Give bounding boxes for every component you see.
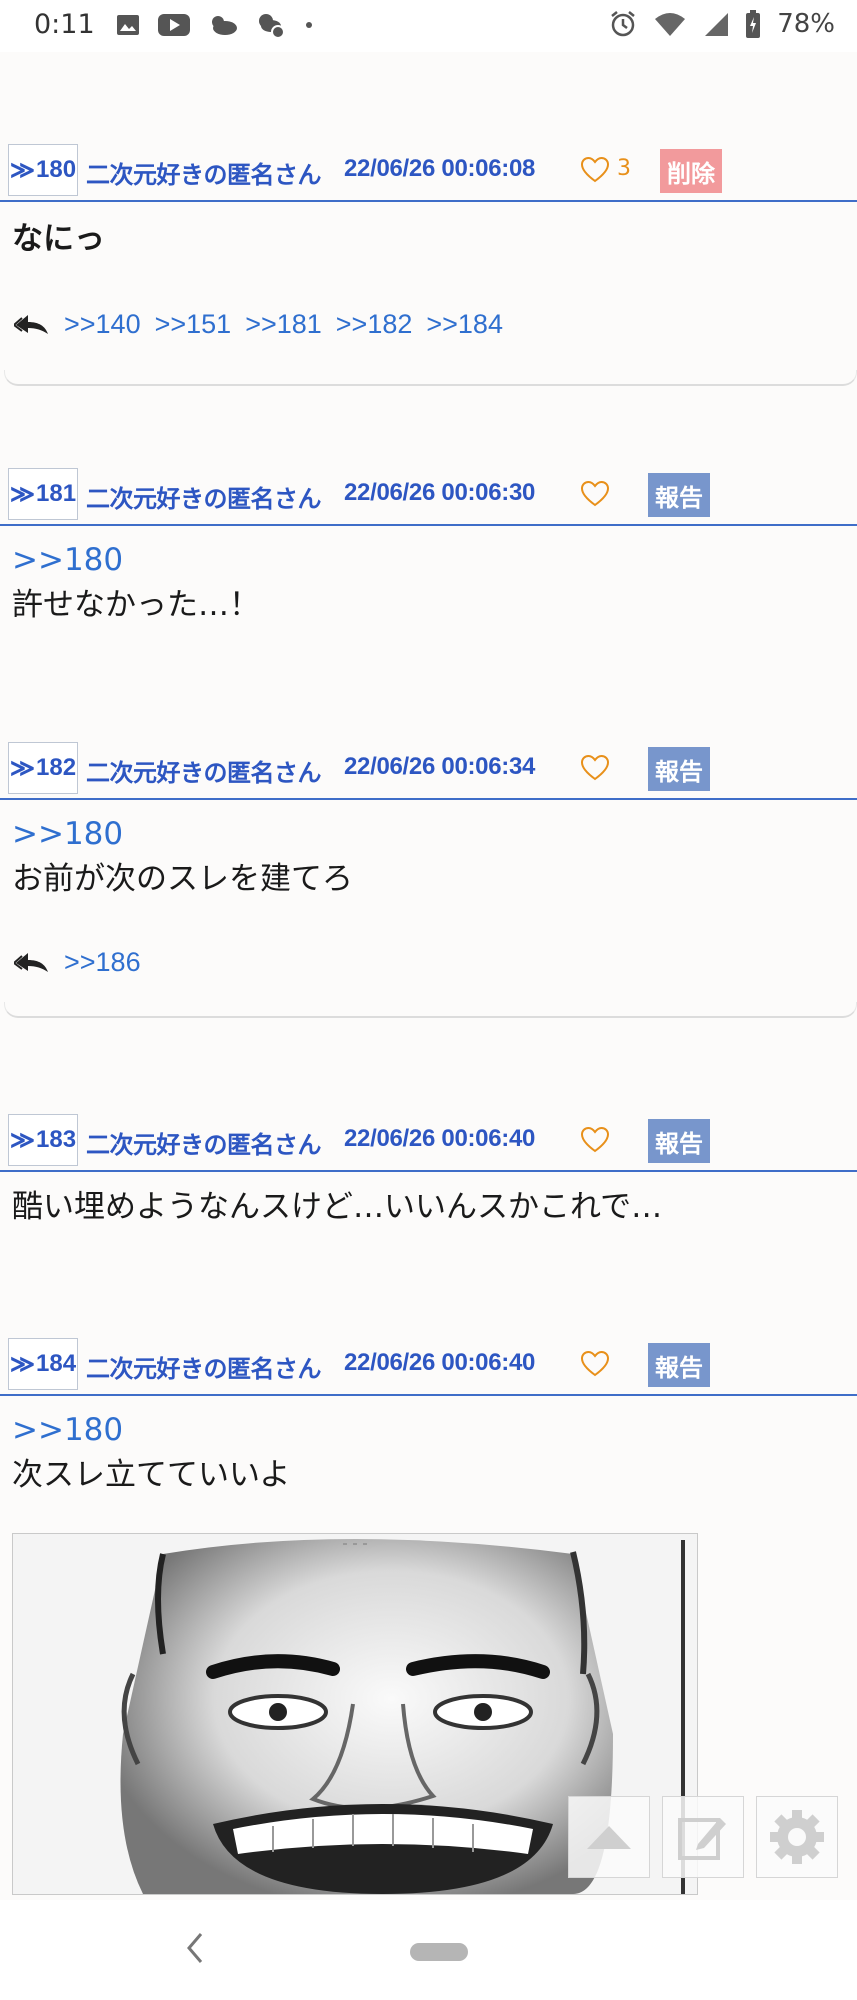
reply-list: >>140 >>151 >>181 >>182 >>184 [0,294,857,354]
reply-arrow-icon [14,315,48,334]
poster-name: 二次元好きの匿名さん [86,1131,322,1159]
status-bar: 0:11 78% [0,0,857,52]
post-body: >>180 許せなかった…！ [0,526,857,628]
anchor-link[interactable]: >>180 [12,538,845,582]
heart-icon[interactable] [580,156,610,184]
post-header: ≫ 183 二次元好きの匿名さん 22/06/26 00:06:40 報告 [0,1110,857,1172]
heart-icon[interactable] [580,1350,610,1378]
double-chevron-icon: ≫ [9,156,36,184]
post-date: 22/06/26 00:06:08 [344,155,536,182]
post-181: ≫ 181 二次元好きの匿名さん 22/06/26 00:06:30 報告 >>1… [0,464,857,628]
scroll-top-icon [587,1826,631,1849]
post-message: なにっ [12,221,105,257]
poster-name: 二次元好きの匿名さん [86,485,322,513]
system-nav-bar [0,1900,857,2000]
reply-link[interactable]: >>151 [155,309,232,340]
compose-icon [678,1818,726,1860]
res-number: 183 [36,1126,77,1153]
back-icon[interactable] [183,1930,207,1966]
post-header: ≫ 180 二次元好きの匿名さん 22/06/26 00:06:08 3 削除 [0,140,857,202]
reply-link[interactable]: >>184 [426,309,503,340]
cloud-icon [212,16,237,35]
reply-link[interactable]: >>140 [64,309,141,340]
post-header: ≫ 182 二次元好きの匿名さん 22/06/26 00:06:34 報告 [0,738,857,800]
thread-content[interactable]: ≫ 180 二次元好きの匿名さん 22/06/26 00:06:08 3 削除 な… [0,52,857,1900]
res-number-button[interactable]: ≫ 183 [8,1114,78,1166]
res-number-button[interactable]: ≫ 181 [8,468,78,520]
res-number: 182 [36,754,77,781]
card-border [4,1002,857,1018]
post-message: 酷い埋めようなんスけど…いいんスかこれで… [12,1189,663,1225]
post-date: 22/06/26 00:06:30 [344,479,536,506]
post-183: ≫ 183 二次元好きの匿名さん 22/06/26 00:06:40 報告 酷い埋… [0,1110,857,1230]
res-number: 180 [36,156,77,183]
post-message: お前が次のスレを建てろ [12,861,353,897]
post-184: ≫ 184 二次元好きの匿名さん 22/06/26 00:06:40 報告 >>1… [0,1334,857,1498]
post-body: なにっ [0,202,857,262]
heart-icon[interactable] [580,480,610,508]
double-chevron-icon: ≫ [9,1350,36,1378]
compose-button[interactable] [662,1796,744,1878]
reply-link[interactable]: >>181 [245,309,322,340]
settings-button[interactable] [756,1796,838,1878]
heart-icon[interactable] [580,1126,610,1154]
reply-list: >>186 [0,932,857,992]
anchor-link[interactable]: >>180 [12,812,845,856]
reply-link[interactable]: >>182 [336,309,413,340]
youtube-icon [158,14,190,36]
scroll-top-button[interactable] [568,1796,650,1878]
home-pill-icon[interactable] [410,1943,468,1961]
signal-icon [705,13,729,36]
post-body: 酷い埋めようなんスけど…いいんスかこれで… [0,1172,857,1230]
post-date: 22/06/26 00:06:40 [344,1349,536,1376]
post-date: 22/06/26 00:06:34 [344,753,536,780]
post-message: 許せなかった…！ [12,587,260,623]
notification-icons [116,12,314,38]
post-180: ≫ 180 二次元好きの匿名さん 22/06/26 00:06:08 3 削除 な… [0,140,857,386]
double-chevron-icon: ≫ [9,480,36,508]
post-182: ≫ 182 二次元好きの匿名さん 22/06/26 00:06:34 報告 >>1… [0,738,857,1018]
reply-link[interactable]: >>186 [64,947,141,978]
poster-name: 二次元好きの匿名さん [86,1355,322,1383]
battery-icon [746,10,761,38]
wifi-icon [655,13,686,36]
poster-name: 二次元好きの匿名さん [86,759,322,787]
settings-gear-icon [770,1810,824,1864]
post-header: ≫ 184 二次元好きの匿名さん 22/06/26 00:06:40 報告 [0,1334,857,1396]
post-message: 次スレ立てていいよ [12,1457,291,1493]
delete-button[interactable]: 削除 [660,149,722,193]
report-button[interactable]: 報告 [648,1343,710,1387]
res-number: 184 [36,1350,77,1377]
post-body: >>180 お前が次のスレを建てろ [0,800,857,902]
like-count: 3 [617,156,631,181]
weather-icon [259,14,285,38]
heart-icon[interactable] [580,754,610,782]
status-time: 0:11 [34,9,95,40]
card-border [4,370,857,386]
report-button[interactable]: 報告 [648,1119,710,1163]
anchor-link[interactable]: >>180 [12,1408,845,1452]
res-number: 181 [36,480,77,507]
report-button[interactable]: 報告 [648,747,710,791]
double-chevron-icon: ≫ [9,1126,36,1154]
battery-percent: 78% [777,9,835,39]
poster-name: 二次元好きの匿名さん [86,161,322,189]
image-icon [117,15,139,35]
reply-arrow-icon [14,953,48,972]
res-number-button[interactable]: ≫ 184 [8,1338,78,1390]
post-header: ≫ 181 二次元好きの匿名さん 22/06/26 00:06:30 報告 [0,464,857,526]
post-date: 22/06/26 00:06:40 [344,1125,536,1152]
res-number-button[interactable]: ≫ 180 [8,144,78,196]
res-number-button[interactable]: ≫ 182 [8,742,78,794]
post-body: >>180 次スレ立てていいよ [0,1396,857,1498]
alarm-icon [611,11,635,37]
dot-icon [306,22,312,28]
report-button[interactable]: 報告 [648,473,710,517]
double-chevron-icon: ≫ [9,754,36,782]
